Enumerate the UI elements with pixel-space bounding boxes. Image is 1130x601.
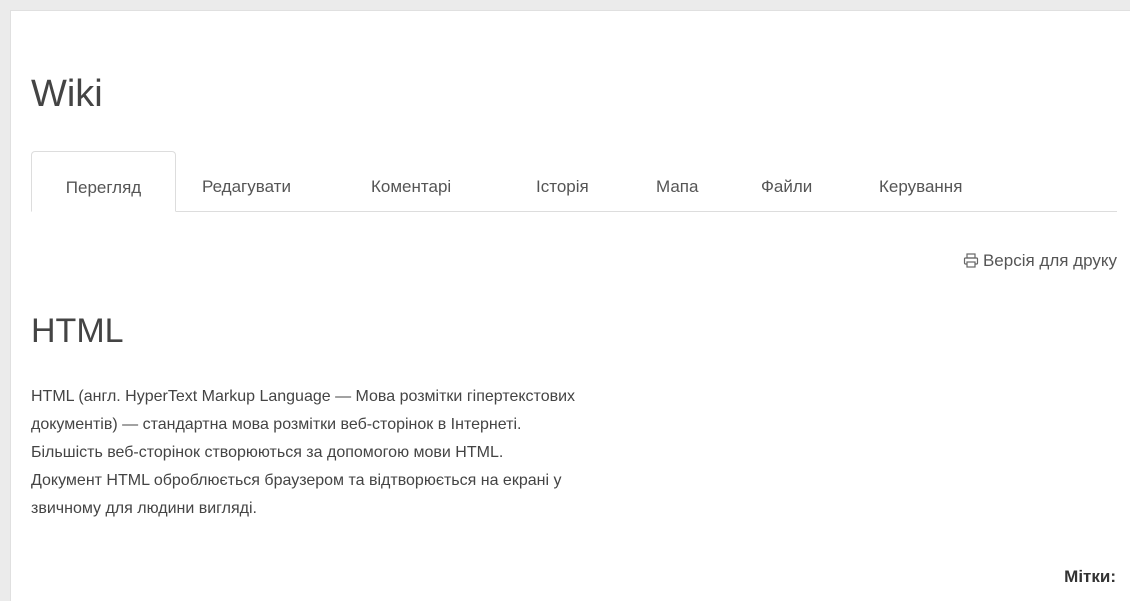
content-line: звичному для людини вигляді. (31, 500, 257, 517)
print-version-label: Версія для друку (982, 251, 1117, 270)
content-line: HTML (англ. HyperText Markup Language — … (31, 388, 576, 405)
tags-label: Мітки: (1064, 567, 1116, 586)
content-line: Більшість веб-сторінок створюються за до… (31, 444, 504, 461)
tab-history[interactable]: Історія (536, 151, 589, 210)
content-line: Документ HTML оброблюється браузером та … (31, 472, 562, 489)
page-heading: HTML (31, 312, 124, 350)
tab-files[interactable]: Файли (761, 151, 812, 210)
wiki-title: Wiki (31, 73, 103, 115)
wiki-panel: Wiki Перегляд Редагувати Коментарі Істор… (10, 10, 1130, 601)
wiki-tabs: Перегляд Редагувати Коментарі Історія Ма… (31, 151, 1117, 212)
tab-map[interactable]: Мапа (656, 151, 698, 210)
printer-icon (963, 253, 979, 273)
page-content: HTML (англ. HyperText Markup Language — … (31, 383, 881, 523)
tab-edit[interactable]: Редагувати (202, 151, 291, 210)
print-version-link[interactable]: Версія для друку (963, 251, 1117, 273)
content-line: документів) — стандартна мова розмітки в… (31, 416, 522, 433)
tab-comments[interactable]: Коментарі (371, 151, 451, 210)
tab-view[interactable]: Перегляд (31, 151, 176, 212)
tab-management[interactable]: Керування (879, 151, 962, 210)
